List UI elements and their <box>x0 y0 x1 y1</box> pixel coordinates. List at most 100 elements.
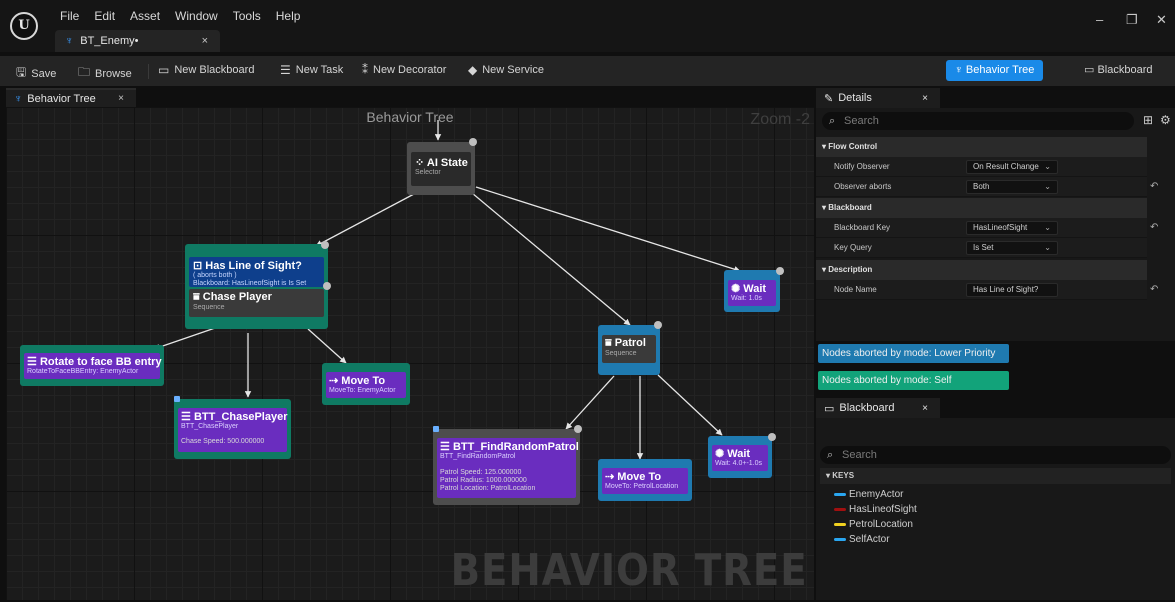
decorator-abort-mode: ( aborts both ) <box>193 272 237 279</box>
browse-label: Browse <box>95 67 132 80</box>
task-icon: ☰ <box>440 441 450 453</box>
behavior-tree-mode-icon: ♆ <box>954 64 966 76</box>
chevron-down-icon: ⌄ <box>1044 182 1051 191</box>
section-flow-control[interactable]: ▾ Flow Control <box>816 137 1147 157</box>
node-btt-chase-player[interactable]: ☰ BTT_ChasePlayer BTT_ChasePlayer Chase … <box>174 396 291 459</box>
wire-patrol-wait <box>657 374 723 436</box>
wire-patrol-find <box>565 375 615 430</box>
save-icon: 🖫 <box>16 65 27 79</box>
minimize-button[interactable]: – <box>1096 12 1103 27</box>
close-window-button[interactable]: ✕ <box>1156 12 1167 28</box>
notify-observer-dropdown[interactable]: On Result Change ⌄ <box>966 160 1058 174</box>
blackboard-search-input[interactable]: ⌕ Search <box>820 446 1171 464</box>
unreal-logo-icon[interactable]: U <box>10 12 38 40</box>
section-blackboard[interactable]: ▾ Blackboard <box>816 198 1147 218</box>
document-tab[interactable]: ♆ BT_Enemy• × <box>55 30 220 52</box>
node-body: ⁘ AI State Selector <box>411 152 471 186</box>
new-service-button[interactable]: ◆ New Service <box>468 63 544 77</box>
node-chase-player-group[interactable]: ⊡ Has Line of Sight? ( aborts both ) Bla… <box>185 241 331 329</box>
reset-to-default-icon[interactable]: ↶ <box>1150 181 1158 192</box>
close-graph-tab-button[interactable]: × <box>118 93 124 104</box>
blackboard-key-item[interactable]: PetrolLocation <box>834 519 913 530</box>
observer-aborts-label: Observer aborts <box>834 182 892 191</box>
decorator-icon: ⁑ <box>362 63 368 77</box>
task-rotate: ☰ Rotate to face BB entry RotateToFaceBB… <box>24 353 162 379</box>
pencil-icon: ✎ <box>824 92 834 105</box>
key-query-value: Is Set <box>973 243 994 252</box>
details-tab[interactable]: ✎ Details × <box>816 88 940 108</box>
legend-self: Nodes aborted by mode: Self <box>818 371 1009 390</box>
node-wait-1[interactable]: ✺ Wait Wait: 1.0s <box>724 267 784 312</box>
reset-to-default-icon[interactable]: ↶ <box>1150 284 1158 295</box>
task-move-to-1: ⇢ Move To MoveTo: EnemyActor <box>326 372 406 398</box>
menu-tools[interactable]: Tools <box>233 9 261 23</box>
details-search-input[interactable]: ⌕ Search <box>822 112 1134 130</box>
task-title: ☰ BTT_FindRandomPatrol <box>440 440 579 453</box>
blackboard-key-item[interactable]: EnemyActor <box>834 489 903 500</box>
task-move-to-2: ⇢ Move To MoveTo: PetrolLocation <box>602 468 688 494</box>
section-description-label: Description <box>828 265 873 274</box>
task-icon: ☰ <box>27 356 37 368</box>
graph-title: Behavior Tree <box>366 109 454 125</box>
menu-file[interactable]: File <box>60 9 79 23</box>
folder-icon: 🗀 <box>78 65 91 79</box>
blackboard-key-item[interactable]: SelfActor <box>834 534 890 545</box>
row-key-query: Key Query Is Set ⌄ <box>816 238 1147 258</box>
node-wait-2[interactable]: ✺ Wait Wait: 4.0+-1.0s <box>708 433 776 478</box>
node-btt-find-random-patrol[interactable]: ☰ BTT_FindRandomPatrol BTT_FindRandomPat… <box>433 425 582 505</box>
close-tab-button[interactable]: × <box>202 35 208 47</box>
close-blackboard-button[interactable]: × <box>922 403 928 414</box>
node-patrol[interactable]: ⩸ Patrol Sequence <box>598 321 662 375</box>
grid-view-icon[interactable]: ⊞ <box>1143 113 1153 127</box>
node-ai-state[interactable]: ⁘ AI State Selector <box>407 138 477 195</box>
close-details-button[interactable]: × <box>922 93 928 104</box>
node-move-to-2[interactable]: ⇢ Move To MoveTo: PetrolLocation <box>598 459 692 501</box>
composite-chase-player[interactable]: ⩸ Chase Player Sequence <box>189 289 324 317</box>
section-flow-control-label: Flow Control <box>828 142 878 151</box>
keys-header[interactable]: ▾ KEYS <box>820 468 1171 484</box>
details-search-placeholder: Search <box>844 115 879 127</box>
new-task-button[interactable]: ☰ New Task <box>280 63 343 77</box>
blackboard-mode-button[interactable]: ▭ Blackboard <box>1084 60 1153 81</box>
task-title: ✺ Wait <box>715 447 765 460</box>
node-name-field[interactable]: Has Line of Sight? <box>966 283 1058 297</box>
menu-asset[interactable]: Asset <box>130 9 160 23</box>
save-button[interactable]: 🖫 Save <box>16 63 56 84</box>
section-description[interactable]: ▾ Description <box>816 260 1147 280</box>
composite-sub: Sequence <box>605 350 637 357</box>
task-wait-2: ✺ Wait Wait: 4.0+-1.0s <box>712 445 768 471</box>
blackboard-key-value: HasLineofSight <box>973 223 1028 232</box>
task-wait-1: ✺ Wait Wait: 1.0s <box>728 280 776 306</box>
blackboard-tab[interactable]: ▭ Blackboard × <box>816 398 940 418</box>
blackboard-key-item[interactable]: HasLineofSight <box>834 504 917 515</box>
key-query-dropdown[interactable]: Is Set ⌄ <box>966 241 1058 255</box>
graph-tab[interactable]: ♆ Behavior Tree × <box>6 88 136 107</box>
task-title-text: Wait <box>743 283 767 295</box>
blackboard-key-dropdown[interactable]: HasLineofSight ⌄ <box>966 221 1058 235</box>
menu-help[interactable]: Help <box>276 9 301 23</box>
node-move-to-1[interactable]: ⇢ Move To MoveTo: EnemyActor <box>322 363 410 405</box>
new-decorator-label: New Decorator <box>373 64 447 76</box>
wire-chase-moveto <box>307 328 347 364</box>
notify-observer-label: Notify Observer <box>834 162 890 171</box>
behavior-tree-icon: ♆ <box>65 35 74 47</box>
menu-bar: File Edit Asset Window Tools Help <box>60 9 315 23</box>
menu-window[interactable]: Window <box>175 9 218 23</box>
restore-button[interactable]: ❐ <box>1126 12 1138 28</box>
browse-button[interactable]: 🗀 Browse <box>78 63 132 84</box>
graph-canvas[interactable]: Behavior Tree Zoom -2 BEHAVIOR TREE ⁘ AI… <box>6 107 814 600</box>
behavior-tree-mode-button[interactable]: ♆ Behavior Tree <box>946 60 1043 81</box>
composite-title: ⩸ Chase Player <box>193 291 320 304</box>
blackboard-search-placeholder: Search <box>842 449 877 461</box>
decorator-has-line-of-sight[interactable]: ⊡ Has Line of Sight? ( aborts both ) Bla… <box>189 257 324 287</box>
document-tab-label: BT_Enemy• <box>80 35 139 47</box>
settings-gear-icon[interactable]: ⚙ <box>1160 113 1171 127</box>
toolbar-divider <box>148 64 149 79</box>
observer-aborts-dropdown[interactable]: Both ⌄ <box>966 180 1058 194</box>
reset-to-default-icon[interactable]: ↶ <box>1150 222 1158 233</box>
menu-edit[interactable]: Edit <box>94 9 115 23</box>
wire-root-patrol <box>471 192 631 326</box>
new-blackboard-button[interactable]: ▭ New Blackboard <box>158 63 254 77</box>
node-rotate-to-face[interactable]: ☰ Rotate to face BB entry RotateToFaceBB… <box>20 345 164 386</box>
new-decorator-button[interactable]: ⁑ New Decorator <box>362 63 446 77</box>
